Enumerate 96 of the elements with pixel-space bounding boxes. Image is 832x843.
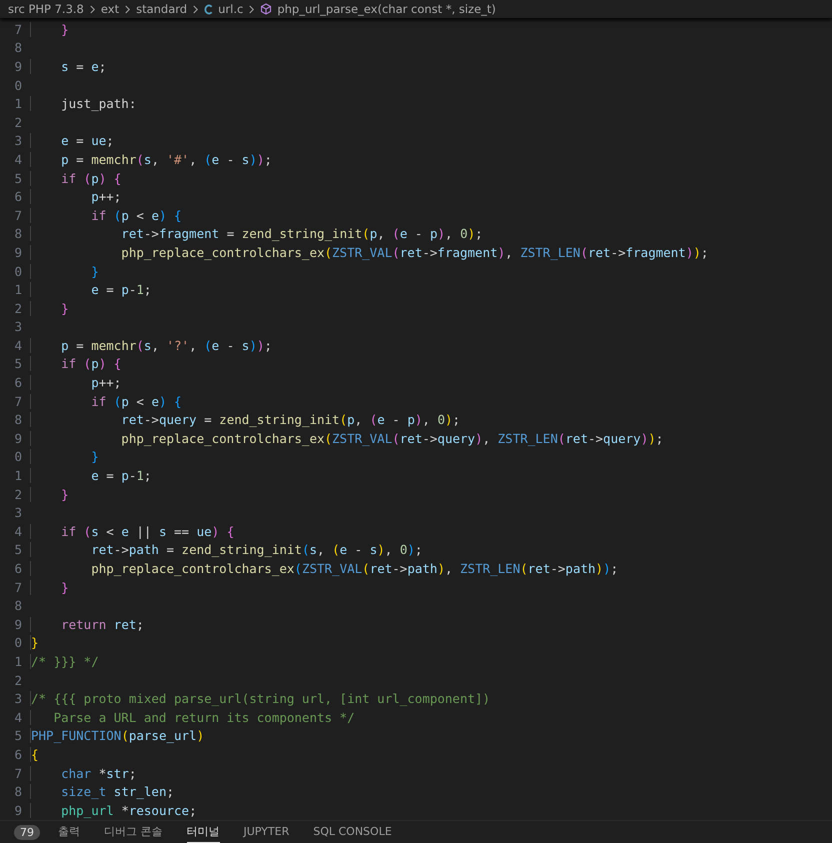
line-number: 9	[13, 430, 22, 446]
line-number: 1	[13, 468, 22, 484]
line-number: 5	[13, 356, 22, 372]
code-line: e = ue;	[30, 133, 114, 148]
line-number: 8	[13, 784, 22, 800]
panel-tab[interactable]: 출력	[58, 821, 80, 843]
code-line: if (p) {	[30, 356, 122, 372]
code-line: }	[30, 300, 69, 316]
code-line: p = memchr(s, '#', (e - s));	[30, 152, 272, 167]
code-line: }	[30, 635, 39, 650]
line-number: 3	[13, 505, 22, 520]
code-line: e = p-1;	[30, 282, 152, 298]
line-number: 4	[13, 338, 22, 353]
code-line: }	[30, 486, 69, 502]
code-line: php_replace_controlchars_ex(ZSTR_VAL(ret->fragment), ZSTR_LEN(ret->fragment));	[30, 244, 708, 260]
code-line: }	[30, 580, 69, 595]
code-line: php_replace_controlchars_ex(ZSTR_VAL(ret->query), ZSTR_LEN(ret->query));	[30, 430, 664, 446]
line-number: 8	[13, 598, 22, 614]
code-line: }	[30, 264, 99, 279]
line-number: 2	[13, 300, 22, 316]
code-line: just_path:	[30, 96, 136, 112]
code-line: ret->path = zend_string_init(s, (e - s), 0);	[30, 542, 422, 558]
code-line: }	[30, 22, 69, 37]
code-line: size_t str_len;	[30, 784, 174, 800]
code-line: e = p-1;	[30, 468, 152, 484]
line-number: 0	[13, 264, 22, 279]
line-number: 0	[13, 78, 22, 93]
line-number: 0	[13, 449, 22, 464]
code-line: char *str;	[30, 766, 136, 781]
cube-icon	[260, 3, 272, 15]
panel-tab[interactable]: SQL CONSOLE	[313, 822, 392, 842]
panel-tab[interactable]: 터미널	[186, 821, 220, 843]
line-number: 2	[13, 114, 22, 130]
code-line: if (p) {	[30, 170, 122, 186]
breadcrumb-item[interactable]: url.c	[218, 2, 244, 16]
code-line: Parse a URL and return its components */	[30, 710, 355, 725]
line-number: 4	[13, 152, 22, 167]
code-line: PHP_FUNCTION(parse_url)	[30, 728, 204, 744]
line-number: 6	[13, 375, 22, 390]
line-number: 9	[13, 244, 22, 260]
line-number: 8	[13, 226, 22, 242]
line-number: 9	[13, 616, 22, 632]
code-line: if (p < e) {	[30, 208, 182, 223]
code-line: if (p < e) {	[30, 394, 182, 409]
chevron-icon	[124, 4, 132, 14]
code-line: }	[30, 449, 99, 464]
line-number: 3	[13, 691, 22, 706]
line-number: 6	[13, 746, 22, 762]
panel-tab[interactable]: 디버그 콘솔	[104, 821, 162, 843]
line-number: 9	[13, 802, 22, 818]
line-number: 2	[13, 672, 22, 688]
breadcrumb-item[interactable]: standard	[136, 2, 188, 16]
line-number: 7	[13, 766, 22, 781]
code-line: /* {{{ proto mixed parse_url(string url, [int url_component])	[30, 691, 490, 706]
breadcrumb-item[interactable]: ext	[100, 2, 120, 16]
problems-count: 79	[14, 824, 40, 840]
line-number: 2	[13, 486, 22, 502]
code-line: {	[30, 746, 39, 762]
line-number: 0	[13, 635, 22, 650]
line-number: 5	[13, 728, 22, 744]
line-number: 5	[13, 542, 22, 558]
code-line: p++;	[30, 375, 122, 390]
line-number: 7	[13, 208, 22, 223]
chevron-icon	[248, 4, 256, 14]
line-number: 1	[13, 282, 22, 298]
panel-tab[interactable]: JUPYTER	[244, 822, 290, 842]
code-line: return ret;	[30, 616, 144, 632]
chevron-icon	[192, 4, 200, 14]
line-number: 4	[13, 710, 22, 725]
code-line: php_replace_controlchars_ex(ZSTR_VAL(ret->path), ZSTR_LEN(ret->path));	[30, 561, 618, 576]
line-number: 3	[13, 133, 22, 148]
breadcrumb-item[interactable]: src PHP 7.3.8	[8, 2, 84, 16]
line-number: 9	[13, 58, 22, 74]
code-line: p = memchr(s, '?', (e - s));	[30, 338, 272, 353]
line-number: 7	[13, 394, 22, 409]
line-number: 8	[13, 412, 22, 428]
line-number: 4	[13, 524, 22, 539]
code-line: /* }}} */	[30, 654, 99, 669]
code-line: p++;	[30, 189, 122, 204]
line-number: 5	[13, 170, 22, 186]
line-number: 1	[13, 96, 22, 112]
line-number: 7	[13, 580, 22, 595]
c-file-icon	[204, 4, 214, 14]
code-line: if (s < e || s == ue) {	[30, 524, 234, 539]
code-line: s = e;	[30, 58, 106, 74]
line-number: 3	[13, 319, 22, 334]
line-number: 6	[13, 189, 22, 204]
code-line: ret->query = zend_string_init(p, (e - p), 0);	[30, 412, 460, 428]
code-line: ret->fragment = zend_string_init(p, (e - p), 0);	[30, 226, 483, 242]
breadcrumb-item[interactable]: php_url_parse_ex(char const *, size_t)	[277, 2, 496, 16]
chevron-icon	[88, 4, 96, 14]
line-number: 6	[13, 561, 22, 576]
line-number: 7	[13, 22, 22, 37]
line-number: 8	[13, 40, 22, 56]
code-line: php_url *resource;	[30, 802, 197, 818]
line-number: 1	[13, 654, 22, 669]
